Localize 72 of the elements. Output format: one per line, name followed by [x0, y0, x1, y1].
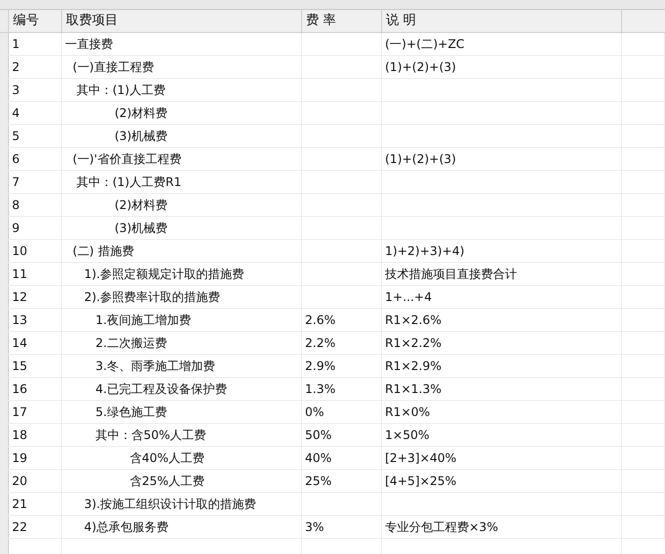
table-cell: [2+3]×40% — [382, 447, 622, 469]
table-cell: 1×50% — [382, 424, 622, 446]
table-cell: 2.6% — [302, 309, 382, 331]
table-cell: 4 — [9, 102, 62, 124]
table-cell: 25% — [302, 470, 382, 492]
table-cell: 5.绿色施工费 — [62, 401, 302, 423]
table-cell: 4)总承包服务费 — [62, 516, 302, 538]
table-cell: 7 — [9, 171, 62, 193]
table-cell: 1.夜间施工增加费 — [62, 309, 302, 331]
table-cell: 2.9% — [302, 355, 382, 377]
table-cell: 50% — [302, 424, 382, 446]
table-cell: 其中：(1)人工费R1 — [62, 171, 302, 193]
column-header[interactable]: 编号 — [9, 10, 62, 32]
table-cell: (2)材料费 — [62, 194, 302, 216]
table-cell: 技术措施项目直接费合计 — [382, 263, 622, 285]
table-cell: 1).参照定额规定计取的措施费 — [62, 263, 302, 285]
table-cell: 16 — [9, 378, 62, 400]
table-cell: R1×0% — [382, 401, 622, 423]
table-cell: 1+...+4 — [382, 286, 622, 308]
table-cell: [4+5]×25% — [382, 470, 622, 492]
table-cell: (3)机械费 — [62, 217, 302, 239]
table-cell: 2.二次搬运费 — [62, 332, 302, 354]
table-cell: 5 — [9, 125, 62, 147]
table-cell: (2)材料费 — [62, 102, 302, 124]
table-cell: 3% — [302, 516, 382, 538]
table-cell: 18 — [9, 424, 62, 446]
table-cell: 一直接费 — [62, 33, 302, 55]
table-cell: 3.冬、雨季施工增加费 — [62, 355, 302, 377]
table-cell: 15 — [9, 355, 62, 377]
table-cell: 3 — [9, 79, 62, 101]
table-cell: (一)+(二)+ZC — [382, 33, 622, 55]
table-cell: 11 — [9, 263, 62, 285]
table-cell: 19 — [9, 447, 62, 469]
table-cell: 21 — [9, 493, 62, 515]
table-cell: 1 — [9, 33, 62, 55]
table-cell: 20 — [9, 470, 62, 492]
table-cell: 0% — [302, 401, 382, 423]
table-cell: 4.已完工程及设备保护费 — [62, 378, 302, 400]
table-cell: 13 — [9, 309, 62, 331]
table-cell: 8 — [9, 194, 62, 216]
table-cell: R1×2.6% — [382, 309, 622, 331]
table-cell: 2 — [9, 56, 62, 78]
table-cell: 其中：(1)人工费 — [62, 79, 302, 101]
table-cell: R1×2.2% — [382, 332, 622, 354]
table-cell: 其中：含50%人工费 — [62, 424, 302, 446]
table-cell: 40% — [302, 447, 382, 469]
table-cell: 6 — [9, 148, 62, 170]
table-cell: 22 — [9, 516, 62, 538]
table-cell: R1×2.9% — [382, 355, 622, 377]
table-cell: (一)直接工程费 — [62, 56, 302, 78]
column-header[interactable]: 费 率 — [302, 10, 382, 32]
table-cell: 2).参照费率计取的措施费 — [62, 286, 302, 308]
table-cell: 含25%人工费 — [62, 470, 302, 492]
table-cell: 17 — [9, 401, 62, 423]
table-cell: 含40%人工费 — [62, 447, 302, 469]
table-cell: (1)+(2)+(3) — [382, 148, 622, 170]
column-header[interactable]: 取费项目 — [62, 10, 302, 32]
table-cell: (3)机械费 — [62, 125, 302, 147]
table-cell: 1.3% — [302, 378, 382, 400]
table-cell: R1×1.3% — [382, 378, 622, 400]
table-cell: (1)+(2)+(3) — [382, 56, 622, 78]
table-cell: 10 — [9, 240, 62, 262]
table-cell: 14 — [9, 332, 62, 354]
table-cell: 9 — [9, 217, 62, 239]
table-cell: (一)'省价直接工程费 — [62, 148, 302, 170]
table-cell: 3).按施工组织设计计取的措施费 — [62, 493, 302, 515]
table-cell: 专业分包工程费×3% — [382, 516, 622, 538]
table-cell: 2.2% — [302, 332, 382, 354]
table-cell: (二) 措施费 — [62, 240, 302, 262]
table-cell: 12 — [9, 286, 62, 308]
column-header[interactable]: 说 明 — [382, 10, 622, 32]
table-cell: 1)+2)+3)+4) — [382, 240, 622, 262]
